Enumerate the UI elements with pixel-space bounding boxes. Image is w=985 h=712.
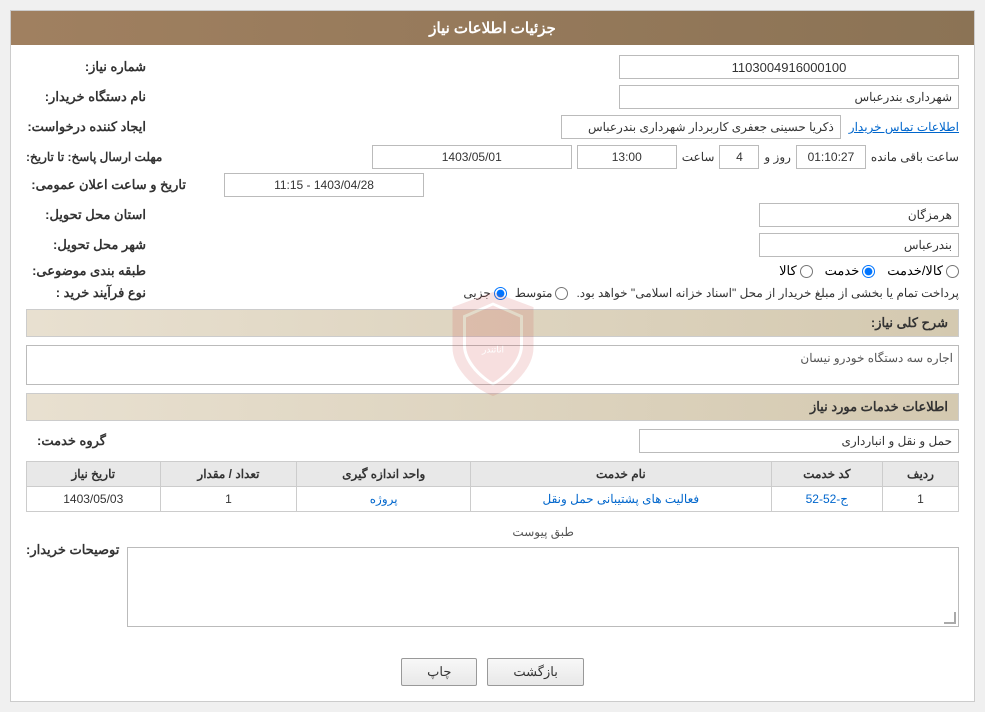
page-title: جزئیات اطلاعات نیاز xyxy=(11,11,974,45)
back-button[interactable]: بازگشت xyxy=(487,658,583,686)
ettelaat-tamas-link[interactable]: اطلاعات تماس خریدار xyxy=(849,120,959,134)
col-vahed: واحد اندازه گیری xyxy=(297,462,471,487)
shahr-input[interactable] xyxy=(759,233,959,257)
saat-label: ساعت xyxy=(682,150,715,164)
date-input[interactable] xyxy=(372,145,572,169)
col-name: نام خدمت xyxy=(471,462,772,487)
buyer-notes-area[interactable] xyxy=(127,547,959,627)
no-farayand-label: نوع فرآیند خرید : xyxy=(26,285,146,301)
shahr-label: شهر محل تحویل: xyxy=(26,237,146,253)
rooz-label: روز و xyxy=(764,150,791,164)
khadamat-section: اطلاعات خدمات مورد نیاز xyxy=(26,393,959,421)
radio-jozyi[interactable]: جزیی xyxy=(463,286,506,300)
tarikh-elan-input[interactable] xyxy=(224,173,424,197)
print-button[interactable]: چاپ xyxy=(401,658,477,686)
nam-dastgah-input[interactable] xyxy=(619,85,959,109)
radio-khedmat[interactable]: خدمت xyxy=(825,263,876,279)
cell-name: فعالیت های پشتیبانی حمل ونقل xyxy=(471,487,772,512)
tabaqebandi-label: طبقه بندی موضوعی: xyxy=(26,263,146,279)
cell-kod: ج-52-52 xyxy=(771,487,882,512)
ijad-konande-label: ایجاد کننده درخواست: xyxy=(26,119,146,135)
rooz-input[interactable] xyxy=(719,145,759,169)
grooh-khedmat-input[interactable] xyxy=(639,429,959,453)
tabaqebandi-radio-group: کالا/خدمت خدمت کالا xyxy=(779,263,959,279)
nam-dastgah-label: نام دستگاه خریدار: xyxy=(26,89,146,105)
cell-radif: 1 xyxy=(882,487,958,512)
mandeh-label: ساعت باقی مانده xyxy=(871,150,959,164)
col-tedad: تعداد / مقدار xyxy=(160,462,297,487)
mohlat-label: مهلت ارسال پاسخ: تا تاریخ: xyxy=(26,150,162,164)
process-desc: پرداخت تمام یا بخشی از مبلغ خریدار از مح… xyxy=(576,286,959,300)
sharh-koli-section: شرح کلی نیاز: xyxy=(26,309,959,337)
cell-tarikh: 1403/05/03 xyxy=(27,487,161,512)
tosih-label: توصیحات خریدار: xyxy=(26,542,119,558)
timer-input[interactable] xyxy=(796,145,866,169)
table-row: 1 ج-52-52 فعالیت های پشتیبانی حمل ونقل پ… xyxy=(27,487,959,512)
col-radif: ردیف xyxy=(882,462,958,487)
saat-input[interactable] xyxy=(577,145,677,169)
grooh-label: گروه خدمت: xyxy=(26,433,106,449)
shomare-niaz-input[interactable] xyxy=(619,55,959,79)
ostan-input[interactable] xyxy=(759,203,959,227)
col-kod: کد خدمت xyxy=(771,462,882,487)
shomare-niaz-label: شماره نیاز: xyxy=(26,59,146,75)
services-table: ردیف کد خدمت نام خدمت واحد اندازه گیری ت… xyxy=(26,461,959,512)
radio-kala-khedmat[interactable]: کالا/خدمت xyxy=(887,263,959,279)
cell-tedad: 1 xyxy=(160,487,297,512)
ijad-konande-input[interactable] xyxy=(561,115,841,139)
sharh-koli-textarea[interactable]: اجاره سه دستگاه خودرو نیسان xyxy=(26,345,959,385)
ostan-label: استان محل تحویل: xyxy=(26,207,146,223)
radio-kala[interactable]: کالا xyxy=(779,263,813,279)
radio-motavaset[interactable]: متوسط xyxy=(515,286,569,300)
footer-buttons: بازگشت چاپ xyxy=(11,643,974,701)
tarikh-elan-label: تاریخ و ساعت اعلان عمومی: xyxy=(26,177,186,193)
cell-vahed: پروژه xyxy=(297,487,471,512)
tosih-attach-label: طبق پیوست xyxy=(127,522,959,542)
col-tarikh: تاریخ نیاز xyxy=(27,462,161,487)
